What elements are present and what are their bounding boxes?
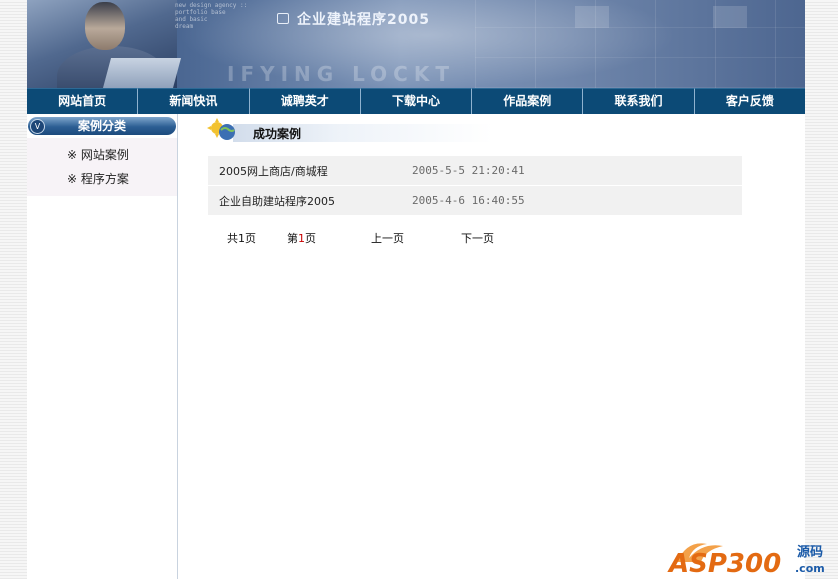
banner-tagline-line: and basic xyxy=(175,16,208,23)
total-pages-value: 1 xyxy=(238,232,245,245)
sidebar-heading: 案例分类 V xyxy=(28,117,176,135)
prev-page-link[interactable]: 上一页 xyxy=(371,230,404,246)
banner-decor-box xyxy=(575,6,609,28)
banner-tagline-line: new design agency :: xyxy=(175,2,248,9)
sidebar-item-program-solutions[interactable]: ※ 程序方案 xyxy=(67,170,129,187)
total-pages-suffix: 页 xyxy=(245,232,256,245)
sidebar-item-website-cases[interactable]: ※ 网站案例 xyxy=(67,146,129,163)
banner-person-head xyxy=(85,2,125,50)
case-date: 2005-5-5 21:20:41 xyxy=(412,164,525,177)
banner-decor-box xyxy=(713,6,747,28)
banner-tagline: new design agency :: portfolio base and … xyxy=(175,2,247,30)
table-row: 企业自助建站程序2005 2005-4-6 16:40:55 xyxy=(208,186,742,215)
banner-laptop xyxy=(102,58,182,88)
nav-item-news[interactable]: 新闻快讯 xyxy=(138,88,250,114)
current-page-value: 1 xyxy=(298,232,305,245)
watermark-domain: .com xyxy=(795,562,825,575)
nav-item-portfolio[interactable]: 作品案例 xyxy=(472,88,584,114)
header-banner: new design agency :: portfolio base and … xyxy=(27,0,805,88)
next-page-link[interactable]: 下一页 xyxy=(461,230,494,246)
main-nav: 网站首页 新闻快讯 诚聘英才 下载中心 作品案例 联系我们 客户反馈 xyxy=(27,88,805,114)
window-icon xyxy=(277,13,289,24)
section-title: 成功案例 xyxy=(253,127,302,141)
banner-tagline-line: portfolio base xyxy=(175,9,226,16)
nav-item-jobs[interactable]: 诚聘英才 xyxy=(249,88,361,114)
total-pages-prefix: 共 xyxy=(227,232,238,245)
table-row: 2005网上商店/商城程 2005-5-5 21:20:41 xyxy=(208,156,742,185)
nav-item-feedback[interactable]: 客户反馈 xyxy=(694,88,805,114)
asp300-watermark-logo: ASP300 源码 .com xyxy=(667,543,825,576)
current-page: 第1页 xyxy=(287,230,316,246)
banner-ghost-text: IFYING LOCKT xyxy=(227,62,455,86)
sidebar-heading-label: 案例分类 xyxy=(77,119,126,133)
chevron-down-icon[interactable]: V xyxy=(30,119,45,134)
case-link[interactable]: 2005网上商店/商城程 xyxy=(219,163,328,179)
case-link[interactable]: 企业自助建站程序2005 xyxy=(219,193,335,209)
current-page-prefix: 第 xyxy=(287,232,298,245)
site-title: 企业建站程序2005 xyxy=(297,12,430,28)
banner-photo xyxy=(27,0,182,88)
total-pages: 共1页 xyxy=(227,230,256,246)
nav-item-downloads[interactable]: 下载中心 xyxy=(360,88,473,114)
sidebar-list: ※ 网站案例 ※ 程序方案 xyxy=(27,138,177,196)
banner-grid xyxy=(475,0,805,88)
nav-item-contact[interactable]: 联系我们 xyxy=(583,88,695,114)
current-page-suffix: 页 xyxy=(305,232,316,245)
nav-item-home[interactable]: 网站首页 xyxy=(27,88,139,114)
watermark-suffix: 源码 xyxy=(797,544,823,560)
banner-tagline-line: dream xyxy=(175,23,194,30)
globe-sun-icon xyxy=(207,118,235,140)
sidebar: 案例分类 V ※ 网站案例 ※ 程序方案 xyxy=(27,114,178,579)
case-date: 2005-4-6 16:40:55 xyxy=(412,194,525,207)
watermark-brand: ASP300 xyxy=(667,549,781,576)
page: new design agency :: portfolio base and … xyxy=(27,0,805,579)
